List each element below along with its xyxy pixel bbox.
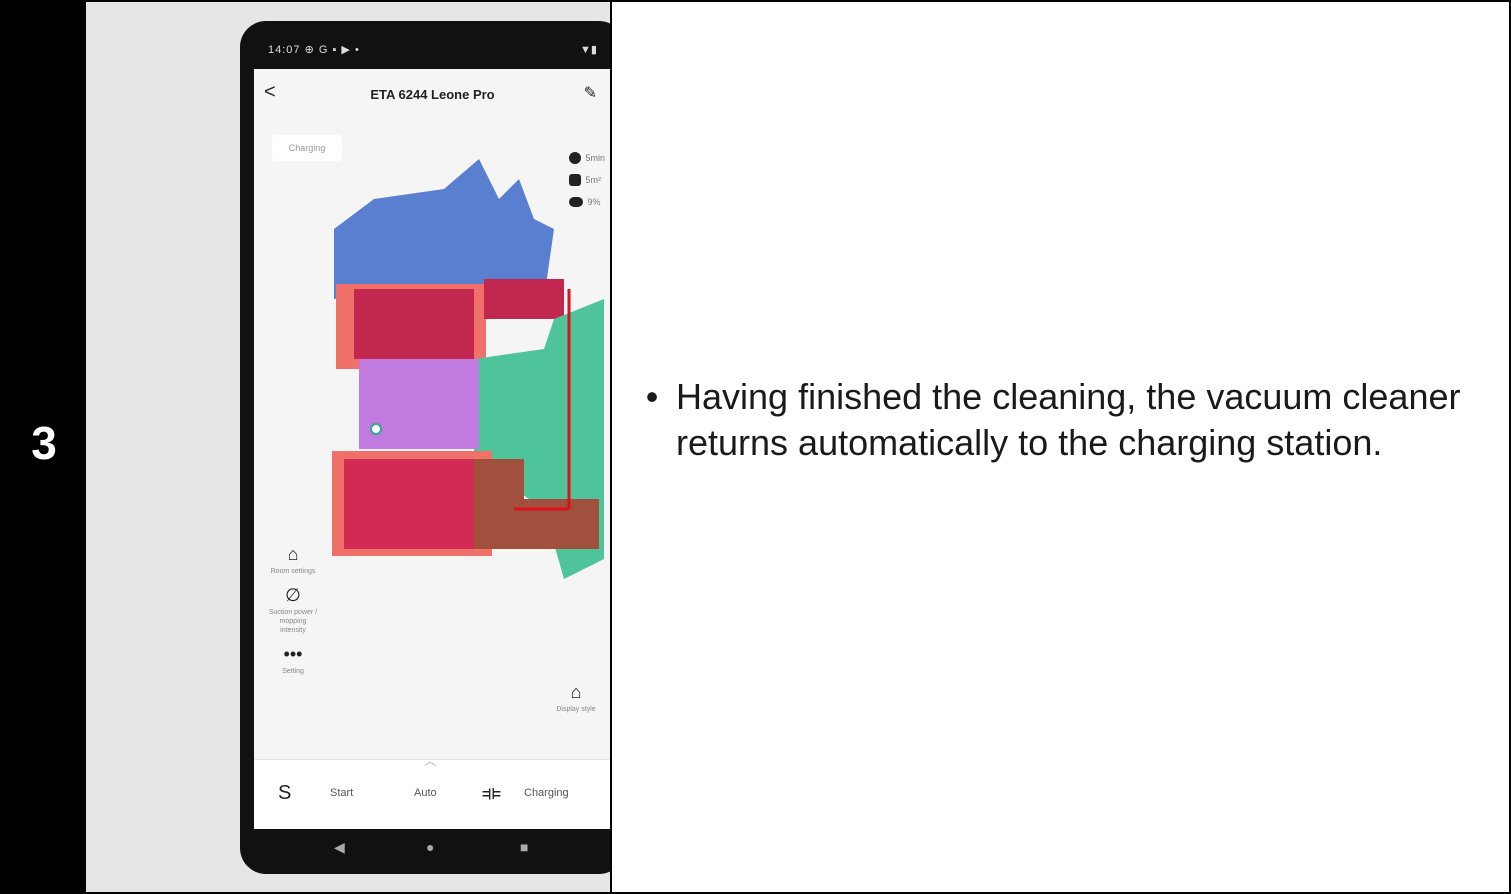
setting-button[interactable]: ••• Setting	[268, 641, 318, 676]
display-style-label: Display style	[556, 706, 596, 713]
side-toolbar: ⌂ Room settings ∅ Suction power / moppin…	[268, 541, 318, 682]
step-column: 3	[2, 2, 86, 892]
status-chip: Charging	[272, 135, 342, 161]
nav-back-icon[interactable]: ◀	[334, 839, 345, 856]
start-icon[interactable]: S	[278, 782, 291, 805]
nav-home-icon[interactable]: ●	[426, 839, 434, 855]
instruction-table: 3 14:07 ⊕ G ▪ ▶ • ▼▮ < ETA 6244 Leone Pr…	[0, 0, 1511, 894]
map-room-purple	[359, 359, 479, 449]
dock-icon[interactable]: ⟚	[482, 782, 501, 805]
status-icons: ▼▮	[580, 44, 597, 56]
phone-mockup: 14:07 ⊕ G ▪ ▶ • ▼▮ < ETA 6244 Leone Pro …	[240, 21, 625, 874]
map-room-red-top-inner	[354, 289, 474, 359]
bullet: •	[645, 376, 659, 417]
device-title: ETA 6244 Leone Pro	[370, 87, 495, 102]
more-icon: •••	[283, 644, 303, 664]
instruction-column: • Having finished the cleaning, the vacu…	[612, 2, 1509, 892]
room-settings-label: Room settings	[270, 568, 316, 575]
cleaning-map[interactable]	[314, 159, 604, 579]
instruction-text: Having finished the cleaning, the vacuum…	[676, 376, 1461, 463]
app-header: < ETA 6244 Leone Pro ✎	[254, 69, 611, 119]
map-room-brown-right	[514, 499, 599, 549]
chevron-up-icon[interactable]: ︿	[424, 752, 436, 769]
android-nav-bar: ◀ ● ■	[254, 829, 611, 869]
map-room-red-bottom	[344, 459, 474, 549]
screenshot-column: 14:07 ⊕ G ▪ ▶ • ▼▮ < ETA 6244 Leone Pro …	[86, 2, 625, 892]
suction-power-label: Suction power / mopping intensity	[268, 609, 318, 634]
step-number: 3	[31, 417, 57, 469]
room-settings-button[interactable]: ⌂ Room settings	[268, 541, 318, 576]
status-time: 14:07 ⊕ G ▪ ▶ •	[268, 44, 360, 56]
start-button[interactable]: Start	[330, 787, 353, 799]
instruction-item: • Having finished the cleaning, the vacu…	[628, 374, 1488, 466]
mode-button[interactable]: Auto	[414, 787, 437, 799]
display-style-button[interactable]: ⌂ Display style	[551, 679, 601, 714]
nav-recents-icon[interactable]: ■	[520, 839, 528, 855]
setting-label: Setting	[282, 668, 304, 675]
leaf-icon: ∅	[285, 585, 301, 605]
room-settings-icon: ⌂	[287, 544, 299, 564]
app-screen: < ETA 6244 Leone Pro ✎ Charging 5min 5m²…	[254, 69, 611, 829]
status-bar: 14:07 ⊕ G ▪ ▶ • ▼▮	[254, 35, 611, 65]
control-bar: ︿ S Start Auto ⟚ Charging	[254, 754, 611, 829]
map-room-red-top-right	[484, 279, 564, 319]
suction-power-button[interactable]: ∅ Suction power / mopping intensity	[268, 582, 318, 635]
display-style-icon: ⌂	[570, 682, 582, 702]
charging-dock	[370, 423, 382, 435]
edit-icon[interactable]: ✎	[584, 83, 597, 103]
charging-button[interactable]: Charging	[524, 787, 569, 799]
